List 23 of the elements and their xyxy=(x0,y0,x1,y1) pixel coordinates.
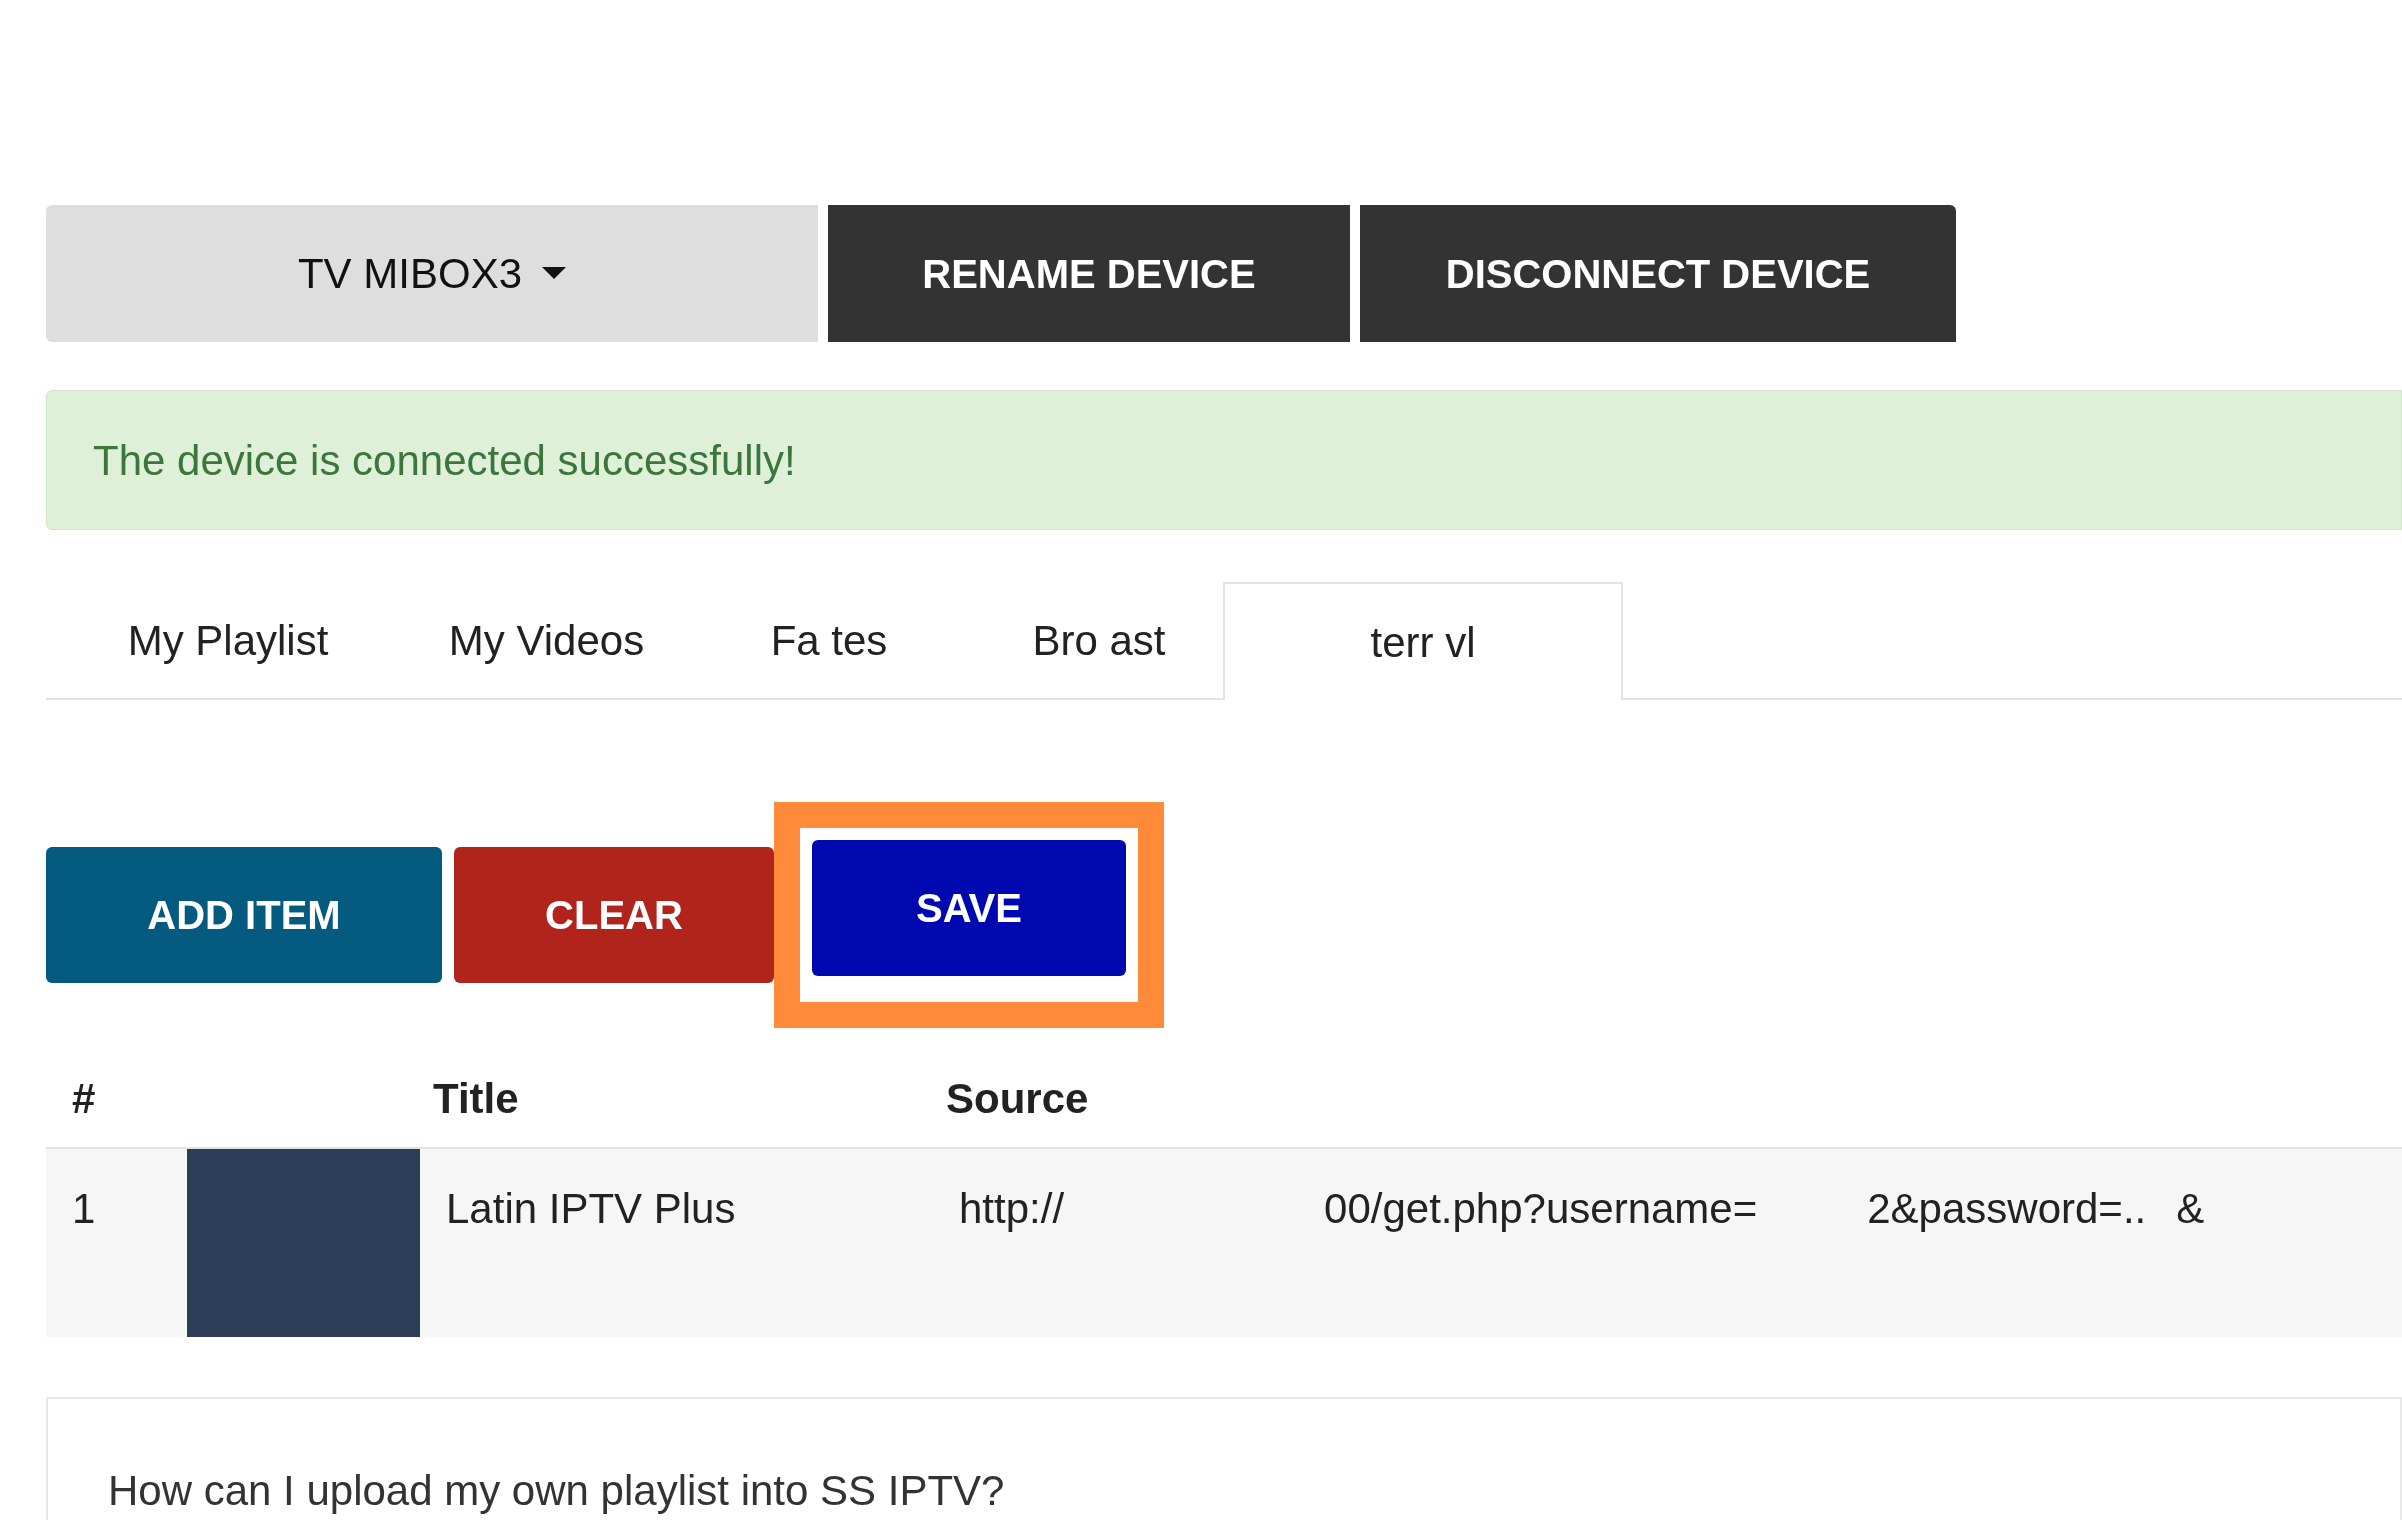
faq-question[interactable]: How can I upload my own playlist into SS IPTV? xyxy=(108,1467,1005,1514)
device-dropdown[interactable]: TV MIBOX3 xyxy=(46,205,818,342)
source-text: http:// xyxy=(959,1184,1065,1234)
column-header: Title xyxy=(433,1073,520,1124)
source-text: 2&password=.. xyxy=(1867,1184,2147,1234)
column-header: # xyxy=(71,1073,97,1124)
tab[interactable]: Fa tes xyxy=(683,582,953,698)
column-header: Source xyxy=(946,1073,1090,1124)
clear-button[interactable]: CLEAR xyxy=(454,847,774,983)
source-text: & xyxy=(2176,1184,2205,1234)
tab[interactable]: My Videos xyxy=(388,582,683,698)
tab[interactable]: Bro ast xyxy=(953,582,1223,698)
tab[interactable]: terr vl xyxy=(1223,582,1623,700)
save-button[interactable]: SAVE xyxy=(812,840,1126,976)
disconnect-button[interactable]: DISCONNECT DEVICE xyxy=(1360,205,1956,342)
table-cell-text: 1 xyxy=(71,1184,97,1234)
add-button[interactable]: ADD ITEM xyxy=(46,847,442,983)
source-text: 00/get.php?username= xyxy=(1324,1184,1758,1234)
alert-message: The device is connected successfully! xyxy=(93,435,796,486)
table-cell-text: Latin IPTV Plus xyxy=(446,1184,737,1234)
tab[interactable]: My Playlist xyxy=(46,582,388,698)
caret-icon xyxy=(542,266,567,281)
rename-button[interactable]: RENAME DEVICE xyxy=(828,205,1350,342)
